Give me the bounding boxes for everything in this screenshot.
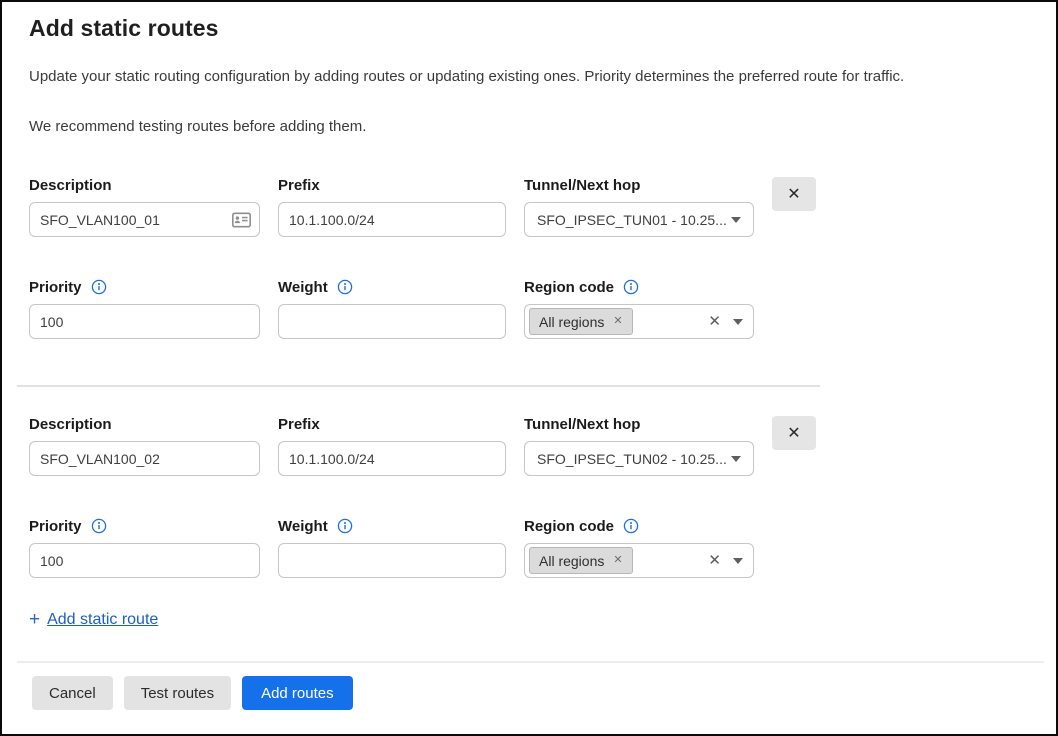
add-static-route-label: Add static route: [47, 611, 158, 629]
info-icon[interactable]: [337, 279, 353, 295]
weight-label: Weight: [278, 278, 506, 296]
prefix-label: Prefix: [278, 415, 506, 433]
tunnel-label: Tunnel/Next hop: [524, 176, 754, 194]
weight-label: Weight: [278, 517, 506, 535]
close-icon: ✕: [787, 423, 800, 443]
region-tag-label: All regions: [539, 553, 604, 569]
info-icon[interactable]: [91, 279, 107, 295]
info-icon[interactable]: [337, 518, 353, 534]
description-input[interactable]: [29, 441, 260, 476]
tunnel-label: Tunnel/Next hop: [524, 415, 754, 433]
region-code-label: Region code: [524, 517, 754, 535]
region-code-multiselect[interactable]: All regions ✕ ✕: [524, 304, 754, 339]
info-icon[interactable]: [91, 518, 107, 534]
footer-button-bar: Cancel Test routes Add routes: [32, 676, 1056, 710]
priority-label: Priority: [29, 278, 260, 296]
chevron-down-icon: [731, 456, 741, 462]
region-tag: All regions ✕: [529, 308, 633, 335]
add-routes-button[interactable]: Add routes: [242, 676, 353, 710]
description-label: Description: [29, 415, 260, 433]
weight-input[interactable]: [278, 304, 506, 339]
prefix-input[interactable]: [278, 441, 506, 476]
route-section-1: Description: [29, 176, 1056, 339]
priority-input[interactable]: [29, 304, 260, 339]
chevron-down-icon: [733, 558, 743, 564]
weight-input[interactable]: [278, 543, 506, 578]
note-text: We recommend testing routes before addin…: [29, 118, 1056, 135]
footer-divider: [17, 661, 1044, 663]
info-icon[interactable]: [623, 279, 639, 295]
info-icon[interactable]: [623, 518, 639, 534]
chevron-down-icon: [731, 217, 741, 223]
tunnel-select[interactable]: SFO_IPSEC_TUN02 - 10.25...: [524, 441, 754, 476]
remove-route-button[interactable]: ✕: [772, 177, 816, 211]
region-code-label: Region code: [524, 278, 754, 296]
contact-card-icon: [232, 212, 251, 227]
chevron-down-icon: [733, 319, 743, 325]
remove-route-button[interactable]: ✕: [772, 416, 816, 450]
tunnel-selected-value: SFO_IPSEC_TUN02 - 10.25...: [537, 451, 727, 467]
page-title: Add static routes: [29, 15, 1056, 42]
priority-input[interactable]: [29, 543, 260, 578]
plus-icon: +: [29, 610, 40, 629]
intro-text: Update your static routing configuration…: [29, 68, 1056, 85]
prefix-label: Prefix: [278, 176, 506, 194]
clear-selection-icon[interactable]: ✕: [708, 314, 721, 329]
tunnel-select[interactable]: SFO_IPSEC_TUN01 - 10.25...: [524, 202, 754, 237]
test-routes-button[interactable]: Test routes: [124, 676, 231, 710]
add-static-route-link[interactable]: + Add static route: [29, 610, 158, 629]
priority-label: Priority: [29, 517, 260, 535]
clear-selection-icon[interactable]: ✕: [708, 553, 721, 568]
tunnel-selected-value: SFO_IPSEC_TUN01 - 10.25...: [537, 212, 727, 228]
description-input[interactable]: [29, 202, 260, 237]
close-icon: ✕: [787, 184, 800, 204]
region-code-multiselect[interactable]: All regions ✕ ✕: [524, 543, 754, 578]
cancel-button[interactable]: Cancel: [32, 676, 113, 710]
add-static-routes-dialog: Add static routes Update your static rou…: [0, 0, 1058, 736]
region-tag: All regions ✕: [529, 547, 633, 574]
region-tag-label: All regions: [539, 314, 604, 330]
route-divider: [17, 385, 820, 387]
tag-remove-icon[interactable]: ✕: [613, 555, 622, 566]
description-label: Description: [29, 176, 260, 194]
tag-remove-icon[interactable]: ✕: [613, 316, 622, 327]
route-section-2: Description Prefix Tunnel/Next hop SFO_I…: [29, 415, 1056, 578]
prefix-input[interactable]: [278, 202, 506, 237]
